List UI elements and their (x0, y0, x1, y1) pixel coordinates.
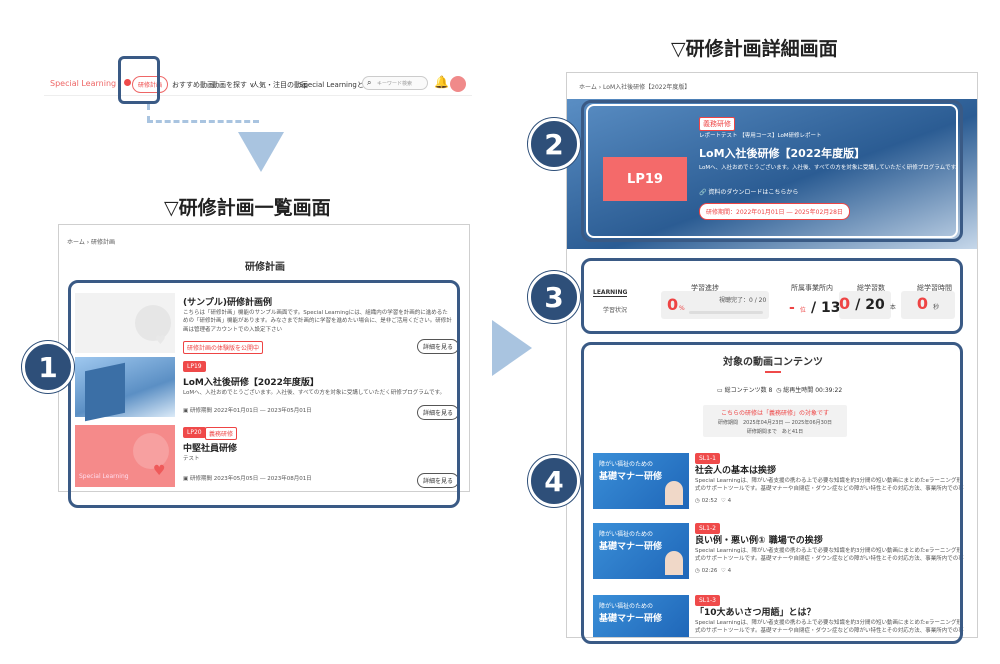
nav-item-find-videos[interactable]: 動画を探す ∨ (212, 80, 254, 90)
list-screen-heading: ▽研修計画一覧画面 (164, 197, 331, 219)
list-highlight-box (68, 280, 460, 508)
nav-item-recommended[interactable]: おすすめ動画 (172, 80, 214, 90)
breadcrumb: ホーム › 研修計画 (67, 239, 116, 246)
breadcrumb-home[interactable]: ホーム (579, 84, 597, 91)
callout-2: 2 (528, 118, 580, 170)
avatar[interactable] (450, 76, 466, 92)
callout-3: 3 (528, 271, 580, 323)
breadcrumb-current: 研修計画 (91, 239, 116, 246)
arrow-down-icon (238, 132, 284, 172)
navbar-logo[interactable]: Special Learning (50, 79, 116, 88)
search-input[interactable]: ⌕ キーワード検索 (362, 76, 428, 90)
stats-highlight-box (581, 258, 963, 334)
bell-icon[interactable]: 🔔 (434, 75, 449, 89)
search-icon: ⌕ (367, 78, 372, 87)
arrow-right-icon (492, 320, 532, 376)
callout-1: 1 (22, 341, 74, 393)
navbar: Special Learning 研修計画 おすすめ動画 動画を探す ∨ 人気・… (44, 72, 472, 96)
breadcrumb: ホーム › LoM入社後研修【2022年度版】 (579, 84, 691, 91)
breadcrumb-home[interactable]: ホーム (67, 239, 85, 246)
hero-highlight-inner (586, 104, 958, 238)
videos-highlight-box (581, 342, 963, 644)
breadcrumb-current: LoM入社後研修【2022年度版】 (603, 84, 691, 91)
callout-4: 4 (528, 455, 580, 507)
detail-screen-heading: ▽研修計画詳細画面 (671, 38, 838, 60)
nav-highlight-box (118, 56, 160, 104)
search-placeholder: キーワード検索 (377, 81, 413, 87)
connector-line-horizontal (147, 120, 259, 123)
page-title: 研修計画 (245, 262, 285, 273)
